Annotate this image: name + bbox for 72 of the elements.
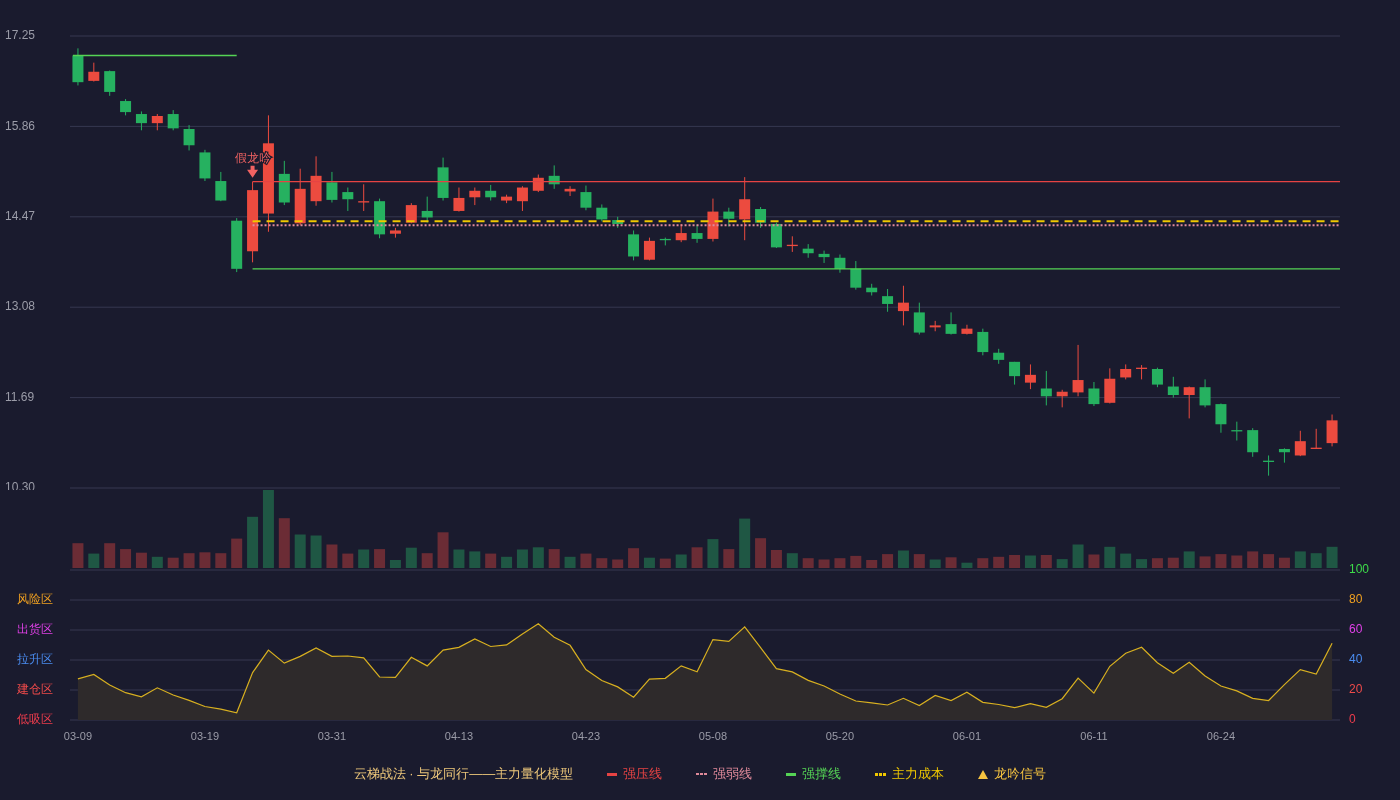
- date-label: 03-31: [317, 729, 346, 742]
- candlestick: [723, 207, 735, 228]
- candlestick: [691, 224, 703, 244]
- date-label: 04-13: [444, 729, 473, 742]
- candlestick: [88, 62, 100, 83]
- axis-label: 15.86: [5, 118, 36, 133]
- legend-label: 强弱线: [713, 765, 753, 784]
- date-label: 04-23: [571, 729, 600, 742]
- axis-label: 17.25: [5, 28, 36, 43]
- candlestick: [1072, 344, 1084, 397]
- candlestick: [945, 311, 957, 336]
- candlestick: [453, 187, 465, 213]
- candlestick: [167, 109, 179, 131]
- axis-label: 14.47: [5, 208, 36, 223]
- date-label: 06-24: [1206, 729, 1235, 742]
- axis-label: 60: [1349, 622, 1363, 637]
- candlestick: [1247, 427, 1259, 458]
- candlestick: [961, 324, 973, 336]
- candlestick: [1199, 378, 1211, 408]
- candlestick: [1294, 430, 1306, 457]
- date-label: 06-01: [952, 729, 981, 742]
- legend-label: 龙吟信号: [994, 765, 1047, 784]
- candlestick: [516, 185, 528, 212]
- candlestick: [755, 206, 767, 229]
- axis-label: 13.08: [5, 299, 36, 314]
- candlestick: [1167, 376, 1179, 399]
- axis-label: 100: [1349, 562, 1370, 577]
- axis-label: 80: [1349, 592, 1363, 607]
- candlestick: [834, 254, 846, 274]
- candlestick: [913, 302, 925, 336]
- date-label: 05-20: [825, 729, 854, 742]
- candlestick: [739, 176, 751, 241]
- candlestick: [850, 260, 862, 291]
- candlestick: [326, 171, 338, 203]
- candlestick: [135, 110, 147, 131]
- candlestick: [342, 187, 354, 212]
- candlestick: [1088, 381, 1100, 407]
- candlestick: [421, 196, 433, 224]
- candlestick: [183, 124, 195, 151]
- candlestick: [580, 185, 592, 211]
- candlestick: [628, 229, 640, 261]
- legend-title: 云梯战法 · 与龙同行——主力量化模型: [353, 765, 574, 784]
- axis-label: 0: [1349, 712, 1356, 727]
- candlestick: [1215, 402, 1227, 434]
- candlestick: [882, 288, 894, 313]
- legend-label: 主力成本: [892, 765, 945, 784]
- axis-label: 20: [1349, 682, 1363, 697]
- candlestick: [770, 222, 782, 249]
- date-label: 03-19: [190, 729, 219, 742]
- legend-label: 强压线: [623, 765, 663, 784]
- candlestick: [818, 250, 830, 264]
- candlestick: [1183, 386, 1195, 419]
- zone-label: 拉升区: [17, 652, 53, 667]
- candlestick: [1040, 370, 1052, 406]
- candlestick: [1326, 414, 1338, 447]
- candlestick: [897, 285, 909, 326]
- axis-label: 11.69: [5, 389, 35, 404]
- candlestick: [1024, 363, 1036, 390]
- zone-label: 风险区: [17, 592, 53, 607]
- candlestick: [1151, 367, 1163, 388]
- date-label: 05-08: [698, 729, 727, 742]
- date-label: 06-11: [1080, 729, 1108, 742]
- legend-label: 强撑线: [802, 765, 842, 784]
- down-arrow-icon: [247, 165, 259, 178]
- zone-label: 低吸区: [17, 712, 53, 727]
- candlestick: [977, 328, 989, 356]
- candlestick: [104, 69, 116, 97]
- axis-label: 40: [1349, 652, 1363, 667]
- candlestick: [215, 171, 227, 202]
- date-label: 03-09: [63, 729, 92, 742]
- zone-label: 出货区: [17, 622, 53, 637]
- zone-label: 建仓区: [17, 682, 53, 697]
